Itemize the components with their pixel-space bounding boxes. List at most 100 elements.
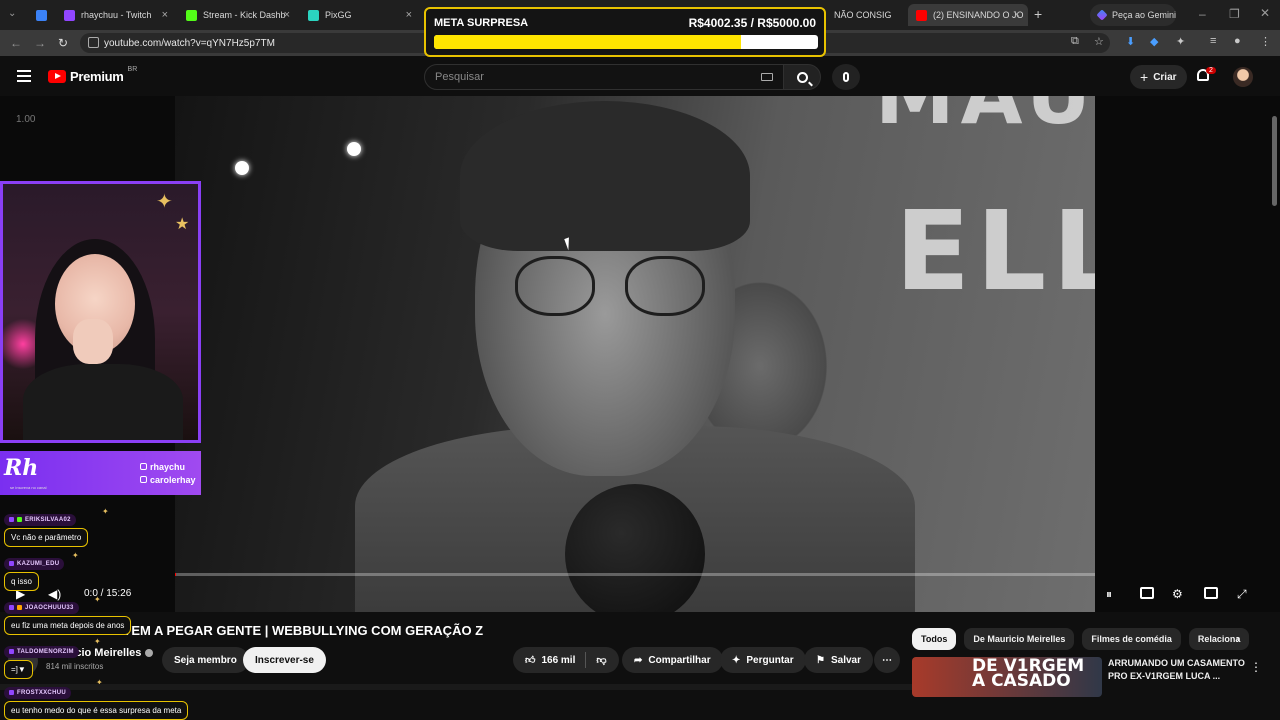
reading-list-icon[interactable]: ≡ [1210, 35, 1216, 47]
tab-label: PixGG [325, 10, 352, 20]
cast-icon[interactable]: ⧉ [1071, 35, 1079, 48]
settings-icon[interactable]: ⚙ [1172, 587, 1183, 601]
close-tab-icon[interactable]: × [162, 9, 168, 21]
keyboard-icon[interactable] [761, 73, 773, 81]
instagram-icon [140, 463, 147, 470]
tab-search-chevron-icon[interactable]: ⌄ [8, 8, 16, 19]
youtube-icon [916, 9, 927, 21]
reload-icon[interactable]: ↻ [58, 36, 68, 50]
dislike-icon[interactable]: 👎︎ [596, 654, 606, 666]
page-scrollbar[interactable] [1270, 96, 1278, 712]
chip-related[interactable]: Relaciona [1188, 628, 1250, 650]
pinned-tab[interactable] [28, 4, 48, 26]
verified-icon [145, 649, 154, 658]
profile-icon[interactable]: ● [1234, 35, 1241, 47]
close-tab-icon[interactable]: × [406, 9, 412, 21]
notification-count-badge: 2 [1206, 67, 1216, 74]
fullscreen-icon[interactable]: ⤢ [1237, 587, 1247, 602]
gemini-icon [1096, 9, 1108, 21]
chat-text: Vc não e parâmetro [4, 528, 89, 547]
stream-banner: Rh se inscreva no canal rhaychu carolerh… [0, 451, 201, 495]
tab-label: rhaychuu - Twitch [81, 10, 152, 20]
chip-channel[interactable]: De Mauricio Meirelles [964, 628, 1075, 650]
like-icon[interactable]: 👍︎ [525, 654, 535, 666]
bookmark-icon: ⚑ [816, 654, 825, 666]
person-hair [460, 101, 750, 251]
back-icon[interactable]: ← [10, 36, 22, 50]
seek-bar[interactable] [175, 573, 1095, 576]
close-tab-icon[interactable]: × [1014, 9, 1020, 21]
chat-text: eu fiz uma meta depois de anos [4, 616, 132, 635]
share-button[interactable]: ➦ Compartilhar [622, 647, 723, 673]
autoplay-toggle-icon[interactable]: ⏸ [1106, 587, 1112, 602]
youtube-header: Premium BR + Criar 2 [0, 56, 1280, 96]
related-video-title[interactable]: ARRUMANDO UM CASAMENTO PRO EX-V1RGEM LUC… [1108, 657, 1248, 683]
glasses-right-lens [625, 256, 705, 316]
chat-username: ERIKSILVAA02 [4, 513, 76, 526]
chat-text: =]▼ [4, 660, 33, 679]
minimize-icon[interactable]: – [1199, 7, 1206, 21]
tab-label: NÃO CONSIG [834, 10, 892, 20]
search-button[interactable] [783, 64, 821, 90]
chat-username: TALDOMENORZIM [4, 645, 79, 658]
tab-pixgg[interactable]: PixGG × [300, 4, 420, 26]
account-avatar[interactable] [1233, 67, 1253, 87]
tab-kick[interactable]: Stream - Kick Dashb × [178, 4, 298, 26]
related-video-thumbnail[interactable]: DE V1RGEM A CASADO [912, 657, 1102, 697]
miniplayer-icon[interactable] [1204, 587, 1218, 599]
tab-nao-consig[interactable]: NÃO CONSIG [826, 4, 906, 26]
chip-todos[interactable]: Todos [912, 628, 957, 650]
chat-message: KAZUMI_EDU q isso [4, 553, 65, 591]
star-decoration-icon: ✦ [156, 191, 173, 213]
create-button[interactable]: + Criar [1130, 65, 1187, 89]
new-tab-icon[interactable]: + [1034, 6, 1042, 22]
download-icon[interactable]: ⬇ [1126, 35, 1135, 48]
badge-icon [17, 517, 22, 522]
close-tab-icon[interactable]: × [284, 9, 290, 21]
youtube-premium-logo[interactable]: Premium BR [48, 66, 137, 84]
maximize-icon[interactable]: ❐ [1229, 7, 1240, 21]
search-icon [796, 71, 808, 83]
chat-message: FROSTXXCHUU eu tenho medo do que é essa … [4, 682, 189, 720]
like-count[interactable]: 166 mil [541, 655, 575, 666]
join-button[interactable]: Seja membro [162, 647, 249, 673]
menu-kebab-icon[interactable]: ⋮ [1260, 35, 1271, 48]
tab-youtube-active[interactable]: (2) ENSINANDO O JO × [908, 4, 1028, 26]
tab-twitch[interactable]: rhaychuu - Twitch × [56, 4, 176, 26]
sub-badge-icon [9, 517, 14, 522]
twitch-icon [64, 9, 75, 21]
more-actions-button[interactable]: ⋯ [874, 647, 900, 673]
voice-search-button[interactable] [832, 64, 860, 90]
more-horizontal-icon: ⋯ [882, 654, 892, 666]
close-window-icon[interactable]: ✕ [1260, 6, 1270, 20]
extension-icon[interactable]: ◆ [1150, 35, 1158, 48]
sub-badge-icon [9, 605, 14, 610]
chevron-right-icon[interactable]: › [1236, 632, 1240, 646]
subtitles-icon[interactable] [1140, 587, 1154, 599]
chat-username: KAZUMI_EDU [4, 557, 65, 570]
save-button[interactable]: ⚑ Salvar [804, 647, 873, 673]
gemini-button[interactable]: Peça ao Gemini [1090, 4, 1176, 26]
studio-microphone [565, 484, 705, 612]
sparkle-icon: ✦ [102, 507, 109, 516]
chat-username: JOAOCHUUU33 [4, 601, 79, 614]
bookmark-star-icon[interactable]: ☆ [1094, 35, 1104, 48]
goal-progress-track [434, 35, 818, 49]
forward-icon[interactable]: → [34, 36, 46, 50]
gemini-label: Peça ao Gemini [1112, 10, 1176, 20]
extensions-puzzle-icon[interactable]: ✦ [1176, 35, 1185, 48]
sub-badge-icon [9, 690, 14, 695]
chat-text: eu tenho medo do que é essa surpresa da … [4, 701, 189, 720]
scrollbar-thumb[interactable] [1272, 116, 1277, 206]
search-input[interactable] [435, 71, 735, 83]
ask-button[interactable]: ✦ Perguntar [720, 647, 806, 673]
video-player[interactable]: MAURI ELL [175, 96, 1095, 612]
guide-menu-icon[interactable] [17, 70, 31, 82]
goal-title: META SURPRESA [434, 17, 529, 29]
chip-comedy[interactable]: Filmes de comédia [1082, 628, 1181, 650]
subscribe-button[interactable]: Inscrever-se [243, 647, 326, 673]
logo-word: Premium [70, 69, 124, 84]
related-filter-chips: Todos De Mauricio Meirelles Filmes de co… [912, 628, 1250, 650]
site-info-icon[interactable] [88, 37, 99, 48]
more-vertical-icon[interactable]: ⋮ [1250, 660, 1262, 674]
